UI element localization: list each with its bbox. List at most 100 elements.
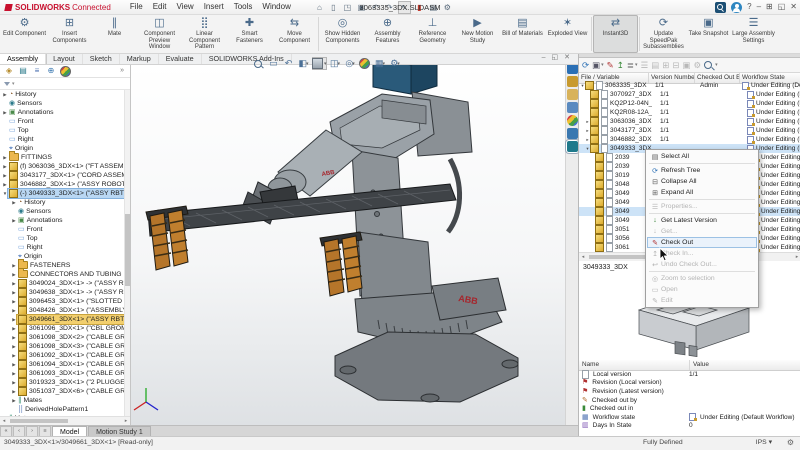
tree-item[interactable]: ▶FITTINGS xyxy=(0,153,125,162)
tab-layout[interactable]: Layout xyxy=(46,53,83,64)
pdm-file-row[interactable]: ▸3063036_3DX ...1/1Under Editing (Defaul… xyxy=(579,117,800,126)
fm-chevron-icon[interactable]: » xyxy=(120,67,124,74)
menu-item-get-latest-version[interactable]: ↓Get Latest Version xyxy=(647,215,757,226)
file-explorer-tab-icon[interactable] xyxy=(567,89,578,100)
units-selector[interactable]: IPS ▾ xyxy=(756,437,772,449)
view-settings-button[interactable]: ⚙▾ xyxy=(389,57,402,70)
tab-evaluate[interactable]: Evaluate xyxy=(159,53,202,64)
edit-appearance-button[interactable] xyxy=(359,57,372,70)
tree-item[interactable]: ⣿DerivedHolePattern1 xyxy=(0,405,125,414)
mate-button[interactable]: ∥Mate xyxy=(92,15,137,53)
large-assembly-settings-button[interactable]: ☰Large Assembly Settings xyxy=(731,15,776,53)
refresh-button[interactable]: ⟳ xyxy=(582,59,589,71)
view-orientation-button[interactable]: ▾ xyxy=(312,57,327,70)
previous-view-button[interactable]: ↶ xyxy=(282,57,295,70)
tree-item[interactable]: ▭Right xyxy=(0,135,125,144)
tree-filter[interactable]: ▾ xyxy=(0,78,130,90)
view-palette-tab-icon[interactable] xyxy=(567,102,578,113)
pdm-file-row[interactable]: KQ2R08-12A_...1/1Under Editing (Default … xyxy=(579,108,800,117)
appearances-scenes-tab-icon[interactable] xyxy=(567,115,578,126)
tree-item[interactable]: ▶(f) 3063036_3DX<1> ("FT ASSEMBLY ROB xyxy=(0,162,125,171)
tree-item[interactable]: ▶▣Annotations xyxy=(0,216,125,225)
design-library-tab-icon[interactable] xyxy=(567,76,578,87)
graphics-viewport[interactable]: ABB ABB xyxy=(130,64,565,425)
scroll-right-icon[interactable]: ▸ xyxy=(122,418,130,424)
assembly-features-button[interactable]: ⊕Assembly Features xyxy=(365,15,410,53)
update-speedpak-button[interactable]: ⟳Update SpeedPak Subassemblies xyxy=(641,15,686,53)
copy-button[interactable]: ▣▾ xyxy=(592,59,604,71)
bill-of-materials-button[interactable]: ▤Bill of Materials xyxy=(500,15,545,53)
robot-assembly-model[interactable]: ABB ABB xyxy=(130,64,565,425)
status-options-icon[interactable]: ⚙ xyxy=(787,437,794,449)
tree-item[interactable]: ▶3061096_3DX<1> ("CBL GROMMET F xyxy=(0,324,125,333)
help-icon[interactable]: ? xyxy=(747,1,751,13)
zoom-to-area-button[interactable]: ▭ xyxy=(267,57,280,70)
menu-view[interactable]: View xyxy=(172,0,199,14)
tree-item[interactable]: ▶∥Mates xyxy=(0,396,125,405)
scroll-left-icon[interactable]: ◂ xyxy=(579,254,587,260)
tab-markup[interactable]: Markup xyxy=(120,53,159,64)
tree-item[interactable]: ▶3061094_3DX<1> ("CABLE GROMME xyxy=(0,360,125,369)
restore-icon[interactable]: ◱ xyxy=(778,1,786,13)
linear-component-pattern-button[interactable]: ⣿Linear Component Pattern xyxy=(182,15,227,53)
tree-item[interactable]: ▶3096453_3DX<1> ("SLOTTED DIN RA xyxy=(0,297,125,306)
pdm-file-row[interactable]: ▸3046882_3DX ...1/1Under Editing (Defaul… xyxy=(579,135,800,144)
tree-item[interactable]: ▭Front xyxy=(0,225,125,234)
hide-show-items-button[interactable]: ◎▾ xyxy=(344,57,357,70)
tab-sketch[interactable]: Sketch xyxy=(83,53,120,64)
pdm-file-row[interactable]: KQ2P12-04N_...1/1Under Editing (Default … xyxy=(579,99,800,108)
pdm-file-row[interactable]: 3070927_3DX ...1/1Under Editing (Default… xyxy=(579,90,800,99)
tree-item[interactable]: ▶3061098_3DX<2> ("CABLE GROMME xyxy=(0,333,125,342)
search-icon[interactable] xyxy=(715,2,726,13)
apply-scene-button[interactable]: ▦▾ xyxy=(374,57,387,70)
menu-item-select-all[interactable]: ▤Select All xyxy=(647,151,757,162)
smart-fasteners-button[interactable]: ✚Smart Fasteners xyxy=(227,15,272,53)
zoom-to-fit-button[interactable] xyxy=(252,57,265,70)
dimxpertmanager-tab-icon[interactable]: ⊕ xyxy=(46,66,56,76)
tree-item[interactable]: ⌖Origin xyxy=(0,144,125,153)
section-view-button[interactable]: ◧▾ xyxy=(297,57,310,70)
options-icon[interactable]: ⚙ xyxy=(442,2,453,13)
scroll-left-icon[interactable]: ◂ xyxy=(0,418,8,424)
tree-item[interactable]: ▶◔History xyxy=(0,198,125,207)
menu-item-expand-all[interactable]: ⊞Expand All xyxy=(647,187,757,198)
tree-item[interactable]: ▼(-) 3049333_3DX<1> ("ASSY RBT EX600 C xyxy=(0,189,125,198)
tree-horizontal-scrollbar[interactable]: ◂ ▸ xyxy=(0,416,130,425)
tree-item[interactable]: ▶3049638_3DX<1> -> ("ASSY RBT EX xyxy=(0,288,125,297)
tree-item[interactable]: ▭Right xyxy=(0,243,125,252)
pdm-file-row[interactable]: ▸3043177_3DX ...1/1Under Editing (Defaul… xyxy=(579,126,800,135)
home-icon[interactable]: ⌂ xyxy=(314,2,325,13)
robot-column[interactable] xyxy=(352,150,432,304)
component-preview-window-button[interactable]: ◫Component Preview Window xyxy=(137,15,182,53)
menu-edit[interactable]: Edit xyxy=(148,0,172,14)
show-hidden-components-button[interactable]: ◎Show Hidden Components xyxy=(320,15,365,53)
gripper-right[interactable] xyxy=(320,232,362,296)
scroll-right-icon[interactable]: ▸ xyxy=(793,254,800,260)
search-tool-button[interactable]: ▾ xyxy=(704,59,718,71)
tree-item[interactable]: ▶◔History xyxy=(0,90,125,99)
tree-view-button[interactable]: ≣▾ xyxy=(627,59,638,71)
menu-window[interactable]: Window xyxy=(257,0,295,14)
menu-file[interactable]: File xyxy=(125,0,148,14)
solidworks-pdm-tab-icon[interactable] xyxy=(567,141,578,152)
minimize-icon[interactable]: – xyxy=(757,1,761,13)
display-style-button[interactable]: ◫▾ xyxy=(329,57,342,70)
open-icon[interactable]: ◳ xyxy=(342,2,353,13)
take-snapshot-button[interactable]: ▣Take Snapshot xyxy=(686,15,731,53)
move-component-button[interactable]: ⇆Move Component xyxy=(272,15,317,53)
edit-component-button[interactable]: ⚙Edit Component xyxy=(2,15,47,53)
menu-tools[interactable]: Tools xyxy=(229,0,258,14)
window-layout-icon[interactable]: ⊞ xyxy=(766,1,773,13)
menu-insert[interactable]: Insert xyxy=(199,0,229,14)
tree-item[interactable]: ▶3048426_3DX<1> ("ASSEMBLY ROBO xyxy=(0,306,125,315)
tab-assembly[interactable]: Assembly xyxy=(0,53,46,64)
configurationmanager-tab-icon[interactable]: ≡ xyxy=(32,66,42,76)
check-in-tool-button[interactable]: ↥ xyxy=(617,59,624,71)
gripper-left[interactable] xyxy=(146,206,188,270)
pdm-file-row[interactable]: ▾3063335_3DX (A1/1AdminUnder Editing (De… xyxy=(579,81,800,90)
tree-item[interactable]: ◉Sensors xyxy=(0,99,125,108)
tree-item[interactable]: ▶3051037_3DX<6> ("CABLE GROMME xyxy=(0,387,125,396)
propertymanager-tab-icon[interactable]: ▤ xyxy=(18,66,28,76)
tree-item[interactable]: ▶▣Annotations xyxy=(0,108,125,117)
tree-item[interactable]: ▭Top xyxy=(0,234,125,243)
